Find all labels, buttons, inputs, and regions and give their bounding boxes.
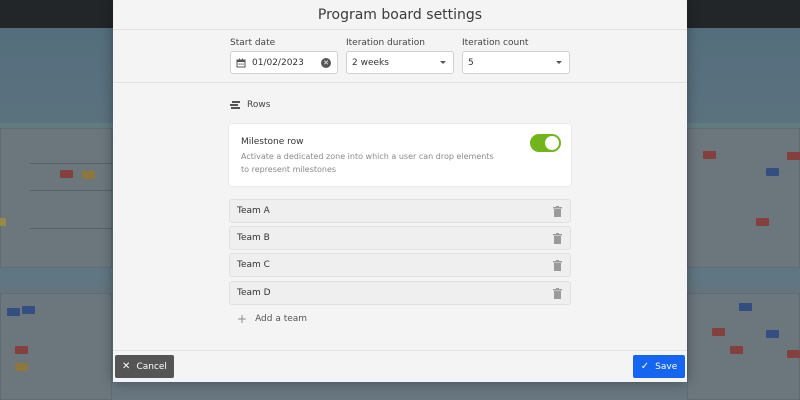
rows-heading-label: Rows xyxy=(247,100,271,110)
save-button-label: Save xyxy=(655,361,678,372)
save-button[interactable]: ✓ Save xyxy=(633,355,685,378)
iteration-settings: Start date 01/02/2023 ✕ Iteration durati… xyxy=(113,38,687,80)
start-date-field: Start date 01/02/2023 ✕ xyxy=(230,38,338,74)
team-row-label: Team D xyxy=(237,288,271,298)
team-row-label: Team C xyxy=(237,260,270,270)
iteration-duration-label: Iteration duration xyxy=(346,38,425,48)
cancel-button-label: Cancel xyxy=(136,361,167,372)
check-icon: ✓ xyxy=(640,361,650,372)
dialog-footer: ✕ Cancel ✓ Save xyxy=(113,352,687,382)
milestone-row-card: Milestone row Activate a dedicated zone … xyxy=(229,124,571,186)
milestone-row-title: Milestone row xyxy=(241,137,304,147)
rows-icon xyxy=(230,100,240,110)
section-divider xyxy=(113,82,687,83)
iteration-count-field: Iteration count 5 xyxy=(462,38,570,74)
team-row-label: Team B xyxy=(237,233,270,243)
iteration-count-value: 5 xyxy=(468,57,474,68)
start-date-value: 01/02/2023 xyxy=(252,57,304,68)
trash-icon[interactable] xyxy=(553,288,562,299)
trash-icon[interactable] xyxy=(553,233,562,244)
program-board-settings-dialog: Program board settings Start date 01/02/… xyxy=(113,0,687,382)
start-date-input[interactable]: 01/02/2023 ✕ xyxy=(230,51,338,74)
footer-divider xyxy=(113,350,687,351)
chevron-down-icon xyxy=(440,61,446,64)
iteration-count-label: Iteration count xyxy=(462,38,529,48)
trash-icon[interactable] xyxy=(553,260,562,271)
iteration-duration-select[interactable]: 2 weeks xyxy=(346,51,454,74)
clear-icon[interactable]: ✕ xyxy=(321,57,331,68)
iteration-duration-value: 2 weeks xyxy=(352,57,389,68)
toggle-knob xyxy=(545,136,559,150)
team-row[interactable]: Team C xyxy=(229,253,571,277)
iteration-count-select[interactable]: 5 xyxy=(462,51,570,74)
team-row[interactable]: Team A xyxy=(229,199,571,223)
milestone-row-toggle[interactable] xyxy=(530,134,561,152)
dialog-title: Program board settings xyxy=(317,6,483,23)
start-date-label: Start date xyxy=(230,38,276,48)
milestone-row-description: Activate a dedicated zone into which a u… xyxy=(241,152,494,174)
dialog-header: Program board settings xyxy=(113,0,687,30)
plus-icon: + xyxy=(237,312,248,326)
rows-section-heading: Rows xyxy=(230,100,270,110)
add-team-button[interactable]: + Add a team xyxy=(237,312,308,326)
team-row[interactable]: Team D xyxy=(229,281,571,305)
close-icon: ✕ xyxy=(122,361,131,372)
team-row-label: Team A xyxy=(237,206,270,216)
add-team-label: Add a team xyxy=(255,314,308,324)
cancel-button[interactable]: ✕ Cancel xyxy=(115,355,174,378)
calendar-icon xyxy=(236,58,246,68)
iteration-duration-field: Iteration duration 2 weeks xyxy=(346,38,454,74)
trash-icon[interactable] xyxy=(553,206,562,217)
chevron-down-icon xyxy=(556,61,562,64)
team-row[interactable]: Team B xyxy=(229,226,571,250)
